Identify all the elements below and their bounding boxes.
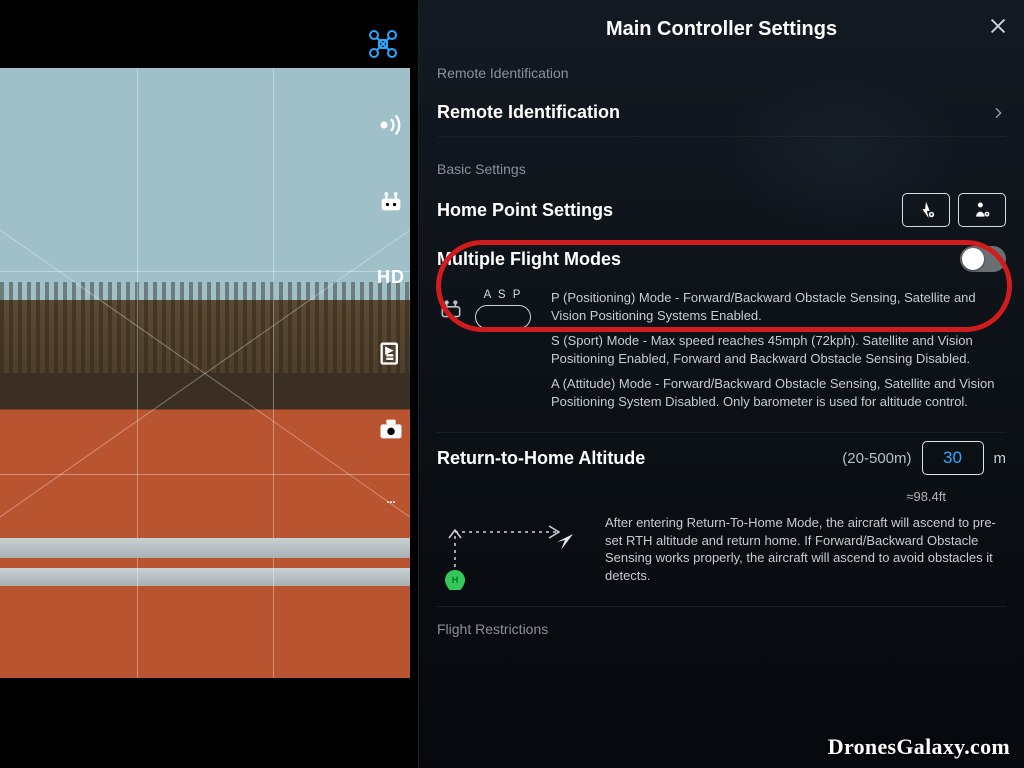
close-icon[interactable] [986, 14, 1010, 38]
flight-mode-descriptions: P (Positioning) Mode - Forward/Backward … [551, 289, 1006, 418]
rth-diagram: H [437, 514, 587, 590]
section-label-flight-restrictions: Flight Restrictions [437, 621, 1006, 637]
hd-transmission-icon[interactable]: HD [376, 262, 406, 292]
p-mode-description: P (Positioning) Mode - Forward/Backward … [551, 289, 1006, 324]
rth-approx-ft: ≈98.4ft [437, 489, 946, 504]
chevron-right-icon [990, 105, 1006, 121]
flight-mode-info: A S P P (Positioning) Mode - Forward/Bac… [437, 283, 1006, 433]
mode-switch-icon [475, 305, 531, 329]
section-label-remote-id: Remote Identification [437, 65, 1006, 81]
settings-panel: Main Controller Settings Remote Identifi… [418, 0, 1024, 768]
settings-category-sidebar: HD [370, 110, 412, 520]
gridline-diagonal [0, 68, 410, 678]
mode-switch-letters: A S P [484, 289, 523, 301]
more-icon[interactable] [376, 490, 406, 520]
multiple-flight-modes-row: Multiple Flight Modes [437, 235, 1006, 283]
multiple-flight-modes-toggle[interactable] [960, 246, 1006, 272]
home-point-label: Home Point Settings [437, 200, 613, 221]
rth-unit: m [994, 450, 1007, 467]
multiple-flight-modes-label: Multiple Flight Modes [437, 249, 621, 270]
home-point-user-button[interactable]: H [958, 193, 1006, 227]
aircraft-status-icon[interactable] [367, 28, 399, 60]
rth-altitude-row: Return-to-Home Altitude (20-500m) 30 m [437, 433, 1006, 483]
rth-altitude-input[interactable]: 30 [922, 441, 984, 475]
flight-mode-switch-diagram: A S P [437, 289, 531, 329]
svg-text:H: H [452, 575, 459, 585]
home-point-aircraft-button[interactable]: H [902, 193, 950, 227]
rth-range: (20-500m) [842, 450, 911, 467]
rth-description-row: H After entering Return-To-Home Mode, th… [437, 504, 1006, 607]
rth-description-text: After entering Return-To-Home Mode, the … [605, 514, 1006, 590]
section-label-basic: Basic Settings [437, 161, 1006, 177]
remote-controller-small-icon [437, 292, 465, 326]
remote-identification-label: Remote Identification [437, 102, 620, 123]
remote-controller-icon[interactable] [376, 186, 406, 216]
remote-identification-row[interactable]: Remote Identification [437, 89, 1006, 137]
rth-altitude-label: Return-to-Home Altitude [437, 448, 645, 469]
s-mode-description: S (Sport) Mode - Max speed reaches 45mph… [551, 332, 1006, 367]
camera-settings-icon[interactable] [376, 414, 406, 444]
camera-feed [0, 68, 410, 678]
a-mode-description: A (Attitude) Mode - Forward/Backward Obs… [551, 375, 1006, 410]
panel-title: Main Controller Settings [437, 18, 1006, 41]
svg-text:H: H [930, 213, 933, 217]
signal-icon[interactable] [376, 110, 406, 140]
watermark: DronesGalaxy.com [828, 734, 1010, 760]
home-point-row: Home Point Settings H H [437, 185, 1006, 235]
sensors-icon[interactable] [376, 338, 406, 368]
